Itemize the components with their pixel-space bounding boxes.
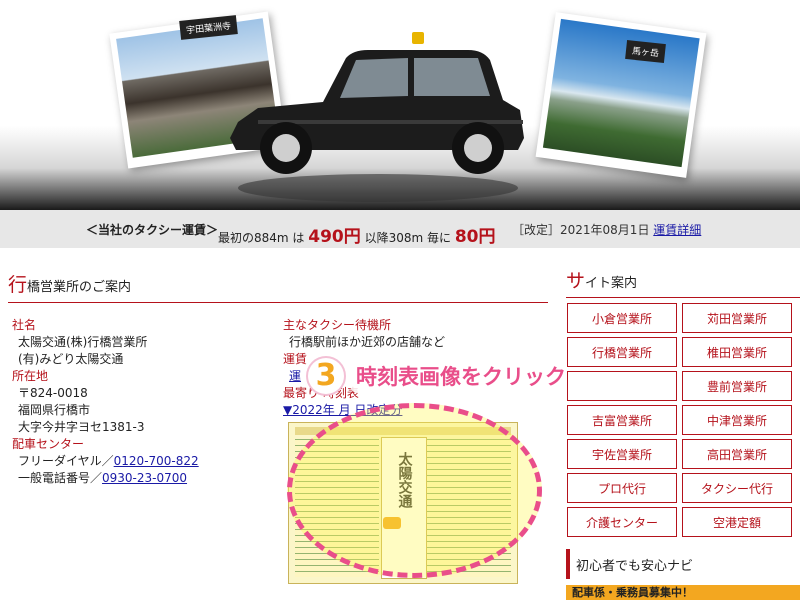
fare-title: ＜当社のタクシー運賃＞ <box>86 223 219 237</box>
fare-link[interactable]: 運 <box>289 369 301 383</box>
office-button-care-center[interactable]: 介護センター <box>567 507 677 537</box>
instruction-callout: 3 時刻表画像をクリック <box>308 358 572 394</box>
office-button-yukuhashi[interactable]: 行橋営業所 <box>567 337 677 367</box>
office-button-grid: 小倉営業所 苅田営業所 行橋営業所 椎田営業所 豊前営業所 吉富営業所 中津営業… <box>567 303 793 537</box>
site-guide-rest: イト案内 <box>585 276 638 291</box>
office-button-nakatsu[interactable]: 中津営業所 <box>682 405 792 435</box>
office-button-kanda[interactable]: 苅田営業所 <box>682 303 792 333</box>
office-button-hidden[interactable] <box>567 371 677 401</box>
instruction-text: 時刻表画像をクリック <box>350 359 572 393</box>
recruit-banner[interactable]: 配車係・乗務員募集中！ <box>566 585 800 600</box>
standby-value: 行橋駅前ほか近郊の店舗など <box>289 335 446 349</box>
office-heading: 行橋営業所のご案内 <box>8 270 131 297</box>
freedial-line: フリーダイヤル／0120-700-822 <box>12 453 272 470</box>
phone-prefix: 一般電話番号／ <box>18 471 103 485</box>
freedial-prefix: フリーダイヤル／ <box>18 454 114 468</box>
office-info-left: 社名 太陽交通(株)行橋営業所 (有)みどり太陽交通 所在地 〒824-0018… <box>12 317 272 487</box>
fare-first-prefix: 最初の884m は <box>218 231 305 245</box>
office-button-takada[interactable]: 高田営業所 <box>682 439 792 469</box>
fare-then-prefix: 以降308m 毎に <box>364 231 451 245</box>
fare-revision: ［改定］2021年08月1日 <box>512 223 650 237</box>
hero-banner: 宇田葉洲寺 馬ヶ岳 <box>0 0 800 210</box>
address-line-1: 福岡県行橋市 <box>18 403 91 417</box>
company-label: 社名 <box>12 318 37 332</box>
office-button-usa[interactable]: 宇佐営業所 <box>567 439 677 469</box>
company-line-2: (有)みどり太陽交通 <box>18 352 124 366</box>
step-number: 3 <box>308 358 344 394</box>
taxi-car-image <box>230 32 524 202</box>
mountain-photo <box>535 12 707 178</box>
dispatch-label: 配車センター <box>12 437 85 451</box>
fare-text: 最初の884m は 490円 以降308m 毎に 80円 <box>218 222 496 247</box>
office-button-buzen[interactable]: 豊前営業所 <box>682 371 792 401</box>
fare-first-price: 490円 <box>308 227 361 247</box>
site-guide-heading: サイト案内 <box>566 266 637 293</box>
office-button-pro-daiko[interactable]: プロ代行 <box>567 473 677 503</box>
postal-code: 〒824-0018 <box>18 386 88 400</box>
office-heading-rest: 橋営業所のご案内 <box>27 280 132 295</box>
office-heading-rule <box>8 302 548 303</box>
phone-line: 一般電話番号／0930-23-0700 <box>12 470 272 487</box>
office-button-shiida[interactable]: 椎田営業所 <box>682 337 792 367</box>
fare-bar: ＜当社のタクシー運賃＞ 最初の884m は 490円 以降308m 毎に 80円… <box>0 210 800 248</box>
office-button-yoshitomi[interactable]: 吉富営業所 <box>567 405 677 435</box>
office-button-kokura[interactable]: 小倉営業所 <box>567 303 677 333</box>
highlight-oval <box>287 403 542 578</box>
phone-link[interactable]: 0930-23-0700 <box>102 471 187 485</box>
photo-right-tag: 馬ヶ岳 <box>625 40 666 63</box>
beginner-navi-heading: 初心者でも安心ナビ <box>566 549 800 579</box>
fare-revision-group: ［改定］2021年08月1日 運賃詳細 <box>512 221 701 238</box>
office-button-airport-fixed[interactable]: 空港定額 <box>682 507 792 537</box>
site-guide-rule <box>566 297 800 298</box>
fare-detail-link[interactable]: 運賃詳細 <box>653 223 701 237</box>
site-guide-initial: サ <box>566 270 586 292</box>
standby-label: 主なタクシー待機所 <box>283 318 392 332</box>
address-line-2: 大字今井字ヨセ1381-3 <box>18 420 145 434</box>
fare-then-price: 80円 <box>454 227 496 247</box>
freedial-link[interactable]: 0120-700-822 <box>114 454 199 468</box>
company-line-1: 太陽交通(株)行橋営業所 <box>18 335 148 349</box>
address-label: 所在地 <box>12 369 49 383</box>
office-button-taxi-daiko[interactable]: タクシー代行 <box>682 473 792 503</box>
office-heading-initial: 行 <box>8 274 28 296</box>
